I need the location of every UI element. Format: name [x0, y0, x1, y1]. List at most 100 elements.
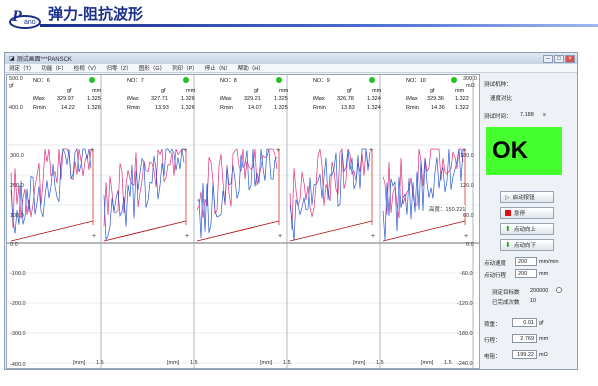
y-right-tick: -120.0 [457, 301, 473, 307]
x-max: 1.5 [376, 360, 384, 366]
label-imax: iMax [313, 96, 325, 102]
minimize-button[interactable]: – [543, 54, 553, 63]
window-title: 测试画面***PANSCK [16, 57, 72, 63]
label-rmin: Rmin [406, 105, 419, 111]
menu-view[interactable]: 检视（V） [74, 64, 100, 72]
start-button[interactable]: ▷ 启动按钮 [500, 191, 554, 203]
label-rmin: Rmin [33, 105, 46, 111]
label-imax: iMax [127, 96, 139, 102]
rmin-mm: 1.326 [87, 105, 101, 111]
menu-measure[interactable]: 测定（T） [9, 64, 34, 72]
imax-gf: 327.71 [151, 96, 168, 102]
load-field: 0.01 [512, 318, 537, 327]
imax-mm: 1.325 [87, 96, 101, 102]
travel-input[interactable]: 200 [515, 269, 537, 278]
panel-no: NO：8 [220, 78, 237, 84]
status-dot [369, 77, 375, 83]
force-curve [103, 148, 184, 227]
jog-down-button[interactable]: ⬇ 点动向下 [500, 239, 554, 251]
slide-header: P ano 弹力-阻抗波形 [0, 0, 598, 29]
y-right-tick: 120.0 [460, 183, 474, 189]
rmin-val: 14.07 [248, 105, 262, 111]
jog-up-label: 点动向上 [513, 227, 536, 233]
slide-title: 弹力-阻抗波形 [48, 6, 143, 23]
resistance-field: 199.22 [512, 350, 537, 359]
maximize-button[interactable]: □ [554, 54, 564, 63]
header-mm: mm [92, 88, 102, 94]
speed-label: 点动速度 [484, 261, 507, 267]
svg-text:P: P [11, 8, 22, 25]
y-right-tick: 180.0 [460, 153, 474, 159]
stop-icon [505, 210, 511, 216]
header-gf: gf [161, 88, 166, 94]
rmin-val: 13.93 [155, 105, 169, 111]
app-window: ◪ 测试画面***PANSCK – □ × 测定（T） 功能（F） 检视（V） … [4, 52, 578, 370]
label-imax: iMax [33, 96, 45, 102]
status-dot [183, 77, 189, 83]
rmin-mm: 1.326 [181, 105, 195, 111]
y-left-tick: -200.0 [10, 301, 26, 307]
status-dot [451, 77, 457, 83]
travel-unit: mm [539, 271, 549, 277]
close-button[interactable]: × [565, 54, 575, 63]
speed-input[interactable]: 200 [515, 257, 537, 266]
jog-up-button[interactable]: ⬆ 点动向上 [500, 223, 554, 235]
menu-print[interactable]: 列印（P） [172, 64, 198, 72]
status-dot [89, 77, 95, 83]
x-unit: [mm] [167, 360, 180, 366]
done-label: 已完成次数 [492, 300, 520, 306]
imax-gf: 329.36 [427, 96, 444, 102]
resistance-curve [382, 148, 464, 241]
count-value: 200000 [530, 288, 549, 294]
stroke-unit: mm [539, 336, 549, 342]
header-gf: gf [347, 88, 352, 94]
menu-function[interactable]: 功能（F） [41, 64, 66, 72]
status-dot [276, 77, 282, 83]
resistance-unit: mΩ [539, 352, 548, 358]
y-left-tick: -100.0 [10, 271, 26, 277]
header-gf: gf [254, 88, 259, 94]
crosshair-marker: + [371, 233, 375, 240]
x-max: 1.5 [444, 360, 452, 366]
menu-graph[interactable]: 图形（G） [139, 64, 165, 72]
crosshair-marker: + [369, 147, 373, 154]
right-axis-unit: mΩ [466, 83, 475, 89]
header-mm: mm [455, 88, 465, 94]
crosshair-marker: + [464, 233, 468, 240]
title-underline [40, 24, 598, 27]
x-max: 1.5 [190, 360, 198, 366]
resistance-curve [10, 147, 92, 234]
menu-help[interactable]: 帮助（H） [238, 64, 264, 72]
crosshair-marker: + [276, 147, 280, 154]
waveform-area: + + + + + + + + + + 500.0 gf 400.0 300.0 mΩ NO：6 … [6, 74, 480, 369]
y-left-tick: 100.0 [10, 213, 24, 219]
stroke-field: 2.769 [512, 334, 537, 343]
force-ramp [103, 220, 187, 242]
time-value: 7.188 [520, 112, 534, 118]
machine-label: 测试机种： [484, 82, 512, 88]
left-axis-second: 400.0 [9, 105, 23, 111]
rmin-mm: 1.325 [274, 105, 288, 111]
rmin-val: 13.83 [341, 105, 355, 111]
x-max: 1.5 [96, 360, 104, 366]
force-ramp [289, 220, 373, 242]
cursor-readout: 高度：150.221 [429, 205, 466, 213]
imax-mm: 1.325 [274, 96, 288, 102]
menu-stop[interactable]: 停止（N） [205, 64, 231, 72]
x-unit: [mm] [421, 360, 434, 366]
crosshair-marker: + [92, 233, 96, 240]
label-rmin: Rmin [127, 105, 140, 111]
menu-zero[interactable]: 归零（Z） [106, 64, 131, 72]
force-ramp [382, 220, 466, 242]
imax-gf: 329.21 [244, 96, 261, 102]
count-radio[interactable] [556, 287, 562, 293]
y-left-tick: 0.0 [10, 242, 18, 248]
x-unit: [mm] [73, 360, 86, 366]
left-axis-unit: gf [9, 83, 14, 89]
left-axis-top: 500.0 [9, 76, 23, 82]
menu-bar: 测定（T） 功能（F） 检视（V） 归零（Z） 图形（G） 列印（P） 停止（N… [5, 64, 577, 73]
emergency-stop-button[interactable]: 急停 [500, 207, 554, 219]
panel-no: NO：9 [313, 78, 330, 84]
load-unit: gf [539, 320, 544, 326]
label-imax: iMax [406, 96, 418, 102]
